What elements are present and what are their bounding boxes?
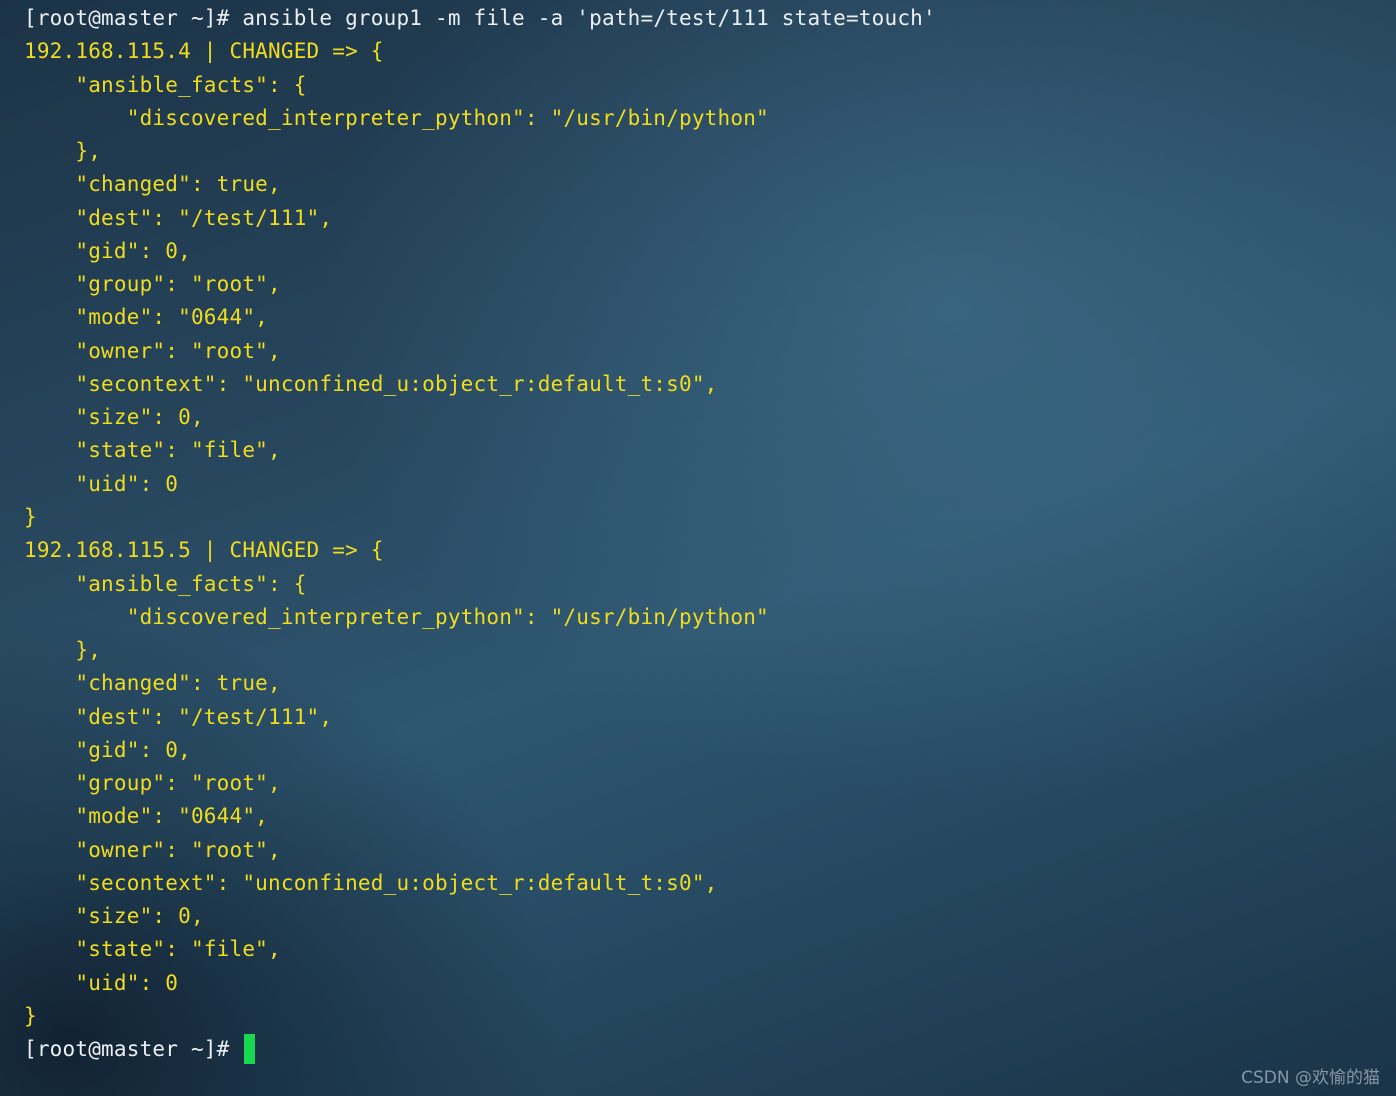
cursor-block: [244, 1034, 256, 1065]
output-line: "owner": "root",: [24, 338, 281, 363]
output-line: "dest": "/test/111",: [24, 205, 333, 230]
output-line: "group": "root",: [24, 771, 281, 796]
output-line: "dest": "/test/111",: [24, 704, 333, 729]
output-line: "state": "file",: [24, 937, 281, 962]
output-line: "state": "file",: [24, 438, 281, 463]
output-line: "ansible_facts": {: [24, 571, 307, 596]
command-text: ansible group1 -m file -a 'path=/test/11…: [242, 6, 936, 30]
final-prompt-line[interactable]: [root@master ~]#: [24, 1034, 1396, 1067]
output-line: "secontext": "unconfined_u:object_r:defa…: [24, 870, 718, 895]
output-line: 192.168.115.4 | CHANGED => {: [24, 39, 384, 64]
watermark: CSDN @欢愉的猫: [1241, 1068, 1380, 1088]
output-line: "mode": "0644",: [24, 804, 269, 829]
output-line: "secontext": "unconfined_u:object_r:defa…: [24, 371, 718, 396]
output-line: },: [24, 139, 102, 164]
output-line: "discovered_interpreter_python": "/usr/b…: [24, 604, 769, 629]
output-line: "uid": 0: [24, 970, 179, 995]
final-prompt: [root@master ~]#: [24, 1037, 243, 1062]
output-line: "uid": 0: [24, 471, 179, 496]
output-line: "mode": "0644",: [24, 305, 269, 330]
command-output: 192.168.115.4 | CHANGED => { "ansible_fa…: [24, 36, 1396, 1034]
prompt: [root@master ~]#: [24, 6, 243, 30]
output-line: "size": 0,: [24, 904, 204, 929]
output-line: }: [24, 504, 37, 529]
output-line: "discovered_interpreter_python": "/usr/b…: [24, 105, 769, 130]
output-line: "size": 0,: [24, 405, 204, 430]
output-line: "group": "root",: [24, 272, 281, 297]
output-line: },: [24, 638, 102, 663]
output-line: "changed": true,: [24, 172, 281, 197]
output-line: "owner": "root",: [24, 837, 281, 862]
command-line: [root@master ~]# ansible group1 -m file …: [24, 3, 1396, 36]
output-line: "changed": true,: [24, 671, 281, 696]
output-line: "gid": 0,: [24, 737, 191, 762]
terminal-window[interactable]: [root@master ~]# ansible group1 -m file …: [24, 3, 1396, 1096]
output-line: 192.168.115.5 | CHANGED => {: [24, 538, 384, 563]
output-line: "ansible_facts": {: [24, 72, 307, 97]
output-line: }: [24, 1003, 37, 1028]
output-line: "gid": 0,: [24, 238, 191, 263]
